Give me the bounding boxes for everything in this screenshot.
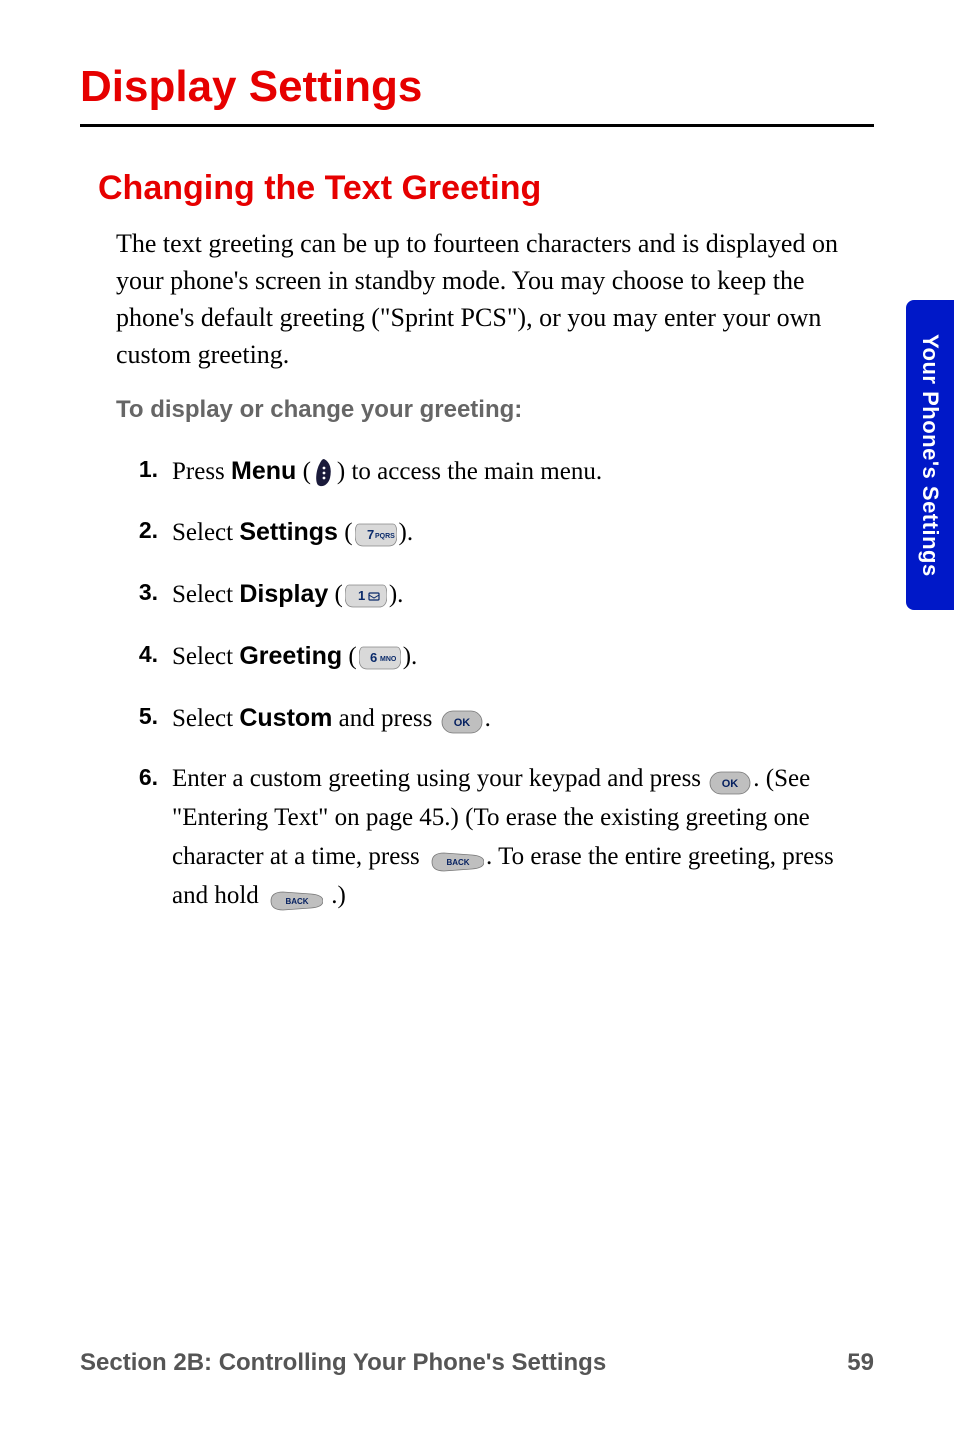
step-text: Select bbox=[172, 519, 239, 546]
manual-page: Display Settings Changing the Text Greet… bbox=[0, 0, 954, 1433]
steps-list: 1. Press Menu ( ) to access the main menu… bbox=[130, 452, 874, 916]
step-text: . bbox=[485, 705, 491, 732]
back-key-icon: BACK bbox=[267, 886, 323, 908]
step-text: ( bbox=[342, 643, 357, 670]
svg-text:PQRS: PQRS bbox=[375, 533, 395, 540]
step-text: ). bbox=[403, 643, 418, 670]
step-4: 4. Select Greeting (6MNO). bbox=[130, 637, 874, 677]
section-tab-label: Your Phone's Settings bbox=[917, 334, 943, 577]
back-key-icon: BACK bbox=[428, 847, 484, 869]
step-number: 4. bbox=[130, 637, 172, 677]
step-text: ( bbox=[296, 458, 311, 485]
svg-text:OK: OK bbox=[453, 717, 470, 729]
keypad-1-icon: 1 bbox=[345, 583, 387, 609]
svg-text:1: 1 bbox=[358, 588, 365, 603]
navigation-key-icon bbox=[313, 458, 335, 488]
step-text: ) to access the main menu. bbox=[337, 458, 602, 485]
step-2: 2. Select Settings (7PQRS). bbox=[130, 513, 874, 553]
step-body: Select Settings (7PQRS). bbox=[172, 513, 874, 553]
section-heading: Changing the Text Greeting bbox=[98, 169, 874, 208]
section-tab: Your Phone's Settings bbox=[906, 300, 954, 610]
svg-text:7: 7 bbox=[367, 527, 374, 542]
step-text: Select bbox=[172, 643, 239, 670]
step-body: Press Menu ( ) to access the main menu. bbox=[172, 452, 874, 492]
footer-section: Section 2B: Controlling Your Phone's Set… bbox=[80, 1349, 606, 1377]
ok-key-icon: OK bbox=[441, 708, 483, 732]
step-5: 5. Select Custom and press OK. bbox=[130, 699, 874, 739]
greeting-label: Greeting bbox=[239, 642, 342, 670]
step-body: Select Display (1). bbox=[172, 575, 874, 615]
step-number: 5. bbox=[130, 699, 172, 739]
step-body: Select Custom and press OK. bbox=[172, 699, 874, 739]
step-text: Enter a custom greeting using your keypa… bbox=[172, 765, 707, 792]
page-title: Display Settings bbox=[80, 62, 874, 127]
step-3: 3. Select Display (1). bbox=[130, 575, 874, 615]
custom-label: Custom bbox=[239, 704, 332, 732]
step-number: 3. bbox=[130, 575, 172, 615]
intro-paragraph: The text greeting can be up to fourteen … bbox=[116, 226, 846, 374]
keypad-6-icon: 6MNO bbox=[359, 645, 401, 671]
menu-label: Menu bbox=[231, 457, 296, 485]
footer-page-number: 59 bbox=[847, 1349, 874, 1377]
step-text: Select bbox=[172, 581, 239, 608]
page-footer: Section 2B: Controlling Your Phone's Set… bbox=[80, 1349, 874, 1377]
step-text: Press bbox=[172, 458, 231, 485]
svg-text:BACK: BACK bbox=[446, 858, 469, 867]
step-number: 1. bbox=[130, 452, 172, 492]
settings-label: Settings bbox=[239, 518, 338, 546]
svg-text:BACK: BACK bbox=[285, 897, 308, 906]
step-text: ( bbox=[338, 519, 353, 546]
step-body: Enter a custom greeting using your keypa… bbox=[172, 760, 874, 915]
step-1: 1. Press Menu ( ) to access the main menu… bbox=[130, 452, 874, 492]
step-number: 2. bbox=[130, 513, 172, 553]
step-text: ). bbox=[399, 519, 414, 546]
svg-text:MNO: MNO bbox=[380, 656, 397, 663]
procedure-label: To display or change your greeting: bbox=[116, 396, 874, 424]
ok-key-icon: OK bbox=[709, 769, 751, 793]
step-body: Select Greeting (6MNO). bbox=[172, 637, 874, 677]
step-text: and press bbox=[332, 705, 438, 732]
svg-text:6: 6 bbox=[370, 650, 377, 665]
keypad-7-icon: 7PQRS bbox=[355, 522, 397, 548]
step-text: Select bbox=[172, 705, 239, 732]
step-text: ( bbox=[328, 581, 343, 608]
step-text: .) bbox=[325, 882, 346, 909]
step-number: 6. bbox=[130, 760, 172, 915]
step-text: ). bbox=[389, 581, 404, 608]
svg-text:OK: OK bbox=[722, 778, 739, 790]
display-label: Display bbox=[239, 580, 328, 608]
step-6: 6. Enter a custom greeting using your ke… bbox=[130, 760, 874, 915]
